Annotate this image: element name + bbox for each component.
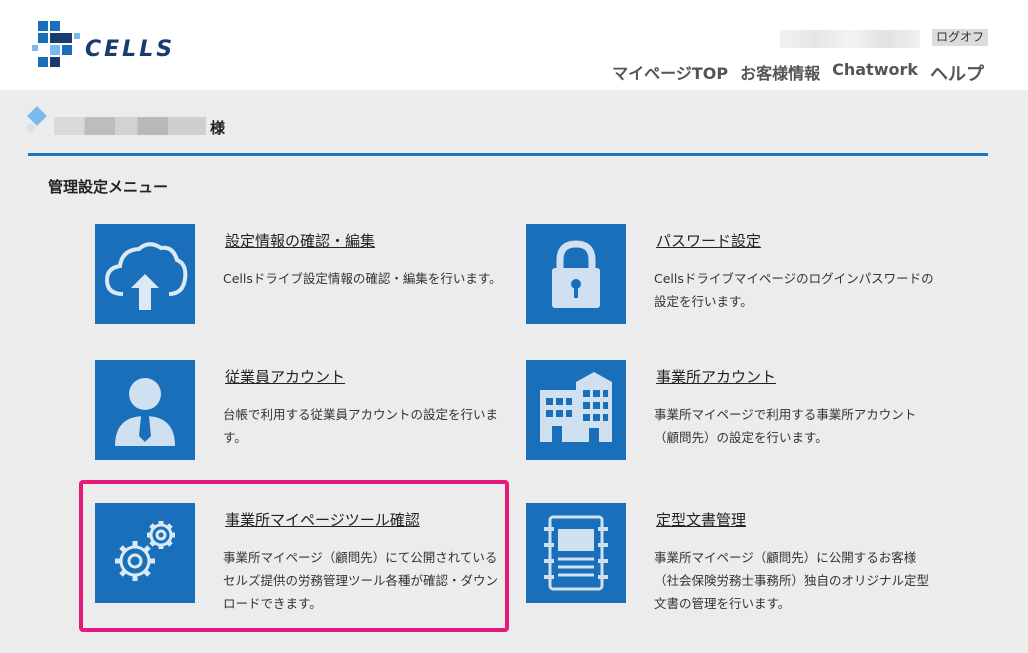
menu-item-office-account: 事業所アカウント 事業所マイページで利用する事業所アカウント（顧問先）の設定を行… [526, 360, 946, 460]
nav-customer-info[interactable]: お客様情報 [740, 60, 820, 86]
menu-title-employee-account[interactable]: 従業員アカウント [225, 366, 345, 387]
highlight-box [79, 480, 509, 632]
menu-title-settings[interactable]: 設定情報の確認・編集 [225, 230, 375, 251]
customer-name-blurred [54, 117, 206, 135]
menu-title-password[interactable]: パスワード設定 [656, 230, 761, 251]
logout-button[interactable]: ログオフ [932, 29, 989, 46]
menu-item-settings: 設定情報の確認・編集 Cellsドライブ設定情報の確認・編集を行います。 [95, 224, 515, 324]
user-name-blurred [780, 30, 920, 48]
menu-item-password: パスワード設定 Cellsドライブマイページのログインパスワードの設定を行います… [526, 224, 946, 324]
menu-desc-employee-account: 台帳で利用する従業員アカウントの設定を行います。 [223, 407, 499, 445]
employee-icon[interactable] [95, 360, 195, 460]
welcome-bar: 様 [25, 105, 988, 156]
menu-title-office-account[interactable]: 事業所アカウント [656, 366, 776, 387]
menu-desc-documents: 事業所マイページ（顧問先）に公開するお客様（社会保険労務士事務所）独自のオリジナ… [654, 550, 930, 611]
logo-mark-icon [32, 21, 80, 67]
cells-logo[interactable]: CELLS [32, 18, 202, 70]
pin-dot-icon [25, 122, 36, 133]
menu-desc-password: Cellsドライブマイページのログインパスワードの設定を行います。 [654, 271, 934, 309]
document-icon[interactable] [526, 503, 626, 603]
nav-chatwork[interactable]: Chatwork [832, 60, 918, 86]
building-icon[interactable] [526, 360, 626, 460]
nav-mypage-top[interactable]: マイページTOP [612, 60, 728, 86]
menu-desc-office-account: 事業所マイページで利用する事業所アカウント（顧問先）の設定を行います。 [654, 407, 917, 445]
menu-item-employee-account: 従業員アカウント 台帳で利用する従業員アカウントの設定を行います。 [95, 360, 515, 460]
lock-icon[interactable] [526, 224, 626, 324]
top-nav: マイページTOP お客様情報 Chatwork ヘルプ [612, 60, 984, 86]
honorific-suffix: 様 [210, 119, 226, 137]
menu-title-documents[interactable]: 定型文書管理 [656, 509, 746, 530]
header: CELLS ログオフ マイページTOP お客様情報 Chatwork ヘルプ [0, 0, 1028, 90]
cloud-upload-icon[interactable] [95, 224, 195, 324]
menu-item-documents: 定型文書管理 事業所マイページ（顧問先）に公開するお客様（社会保険労務士事務所）… [526, 503, 946, 611]
nav-help[interactable]: ヘルプ [930, 60, 984, 86]
section-title: 管理設定メニュー [48, 178, 169, 196]
menu-desc-settings: Cellsドライブ設定情報の確認・編集を行います。 [223, 271, 502, 286]
logo-text: CELLS [85, 37, 176, 62]
